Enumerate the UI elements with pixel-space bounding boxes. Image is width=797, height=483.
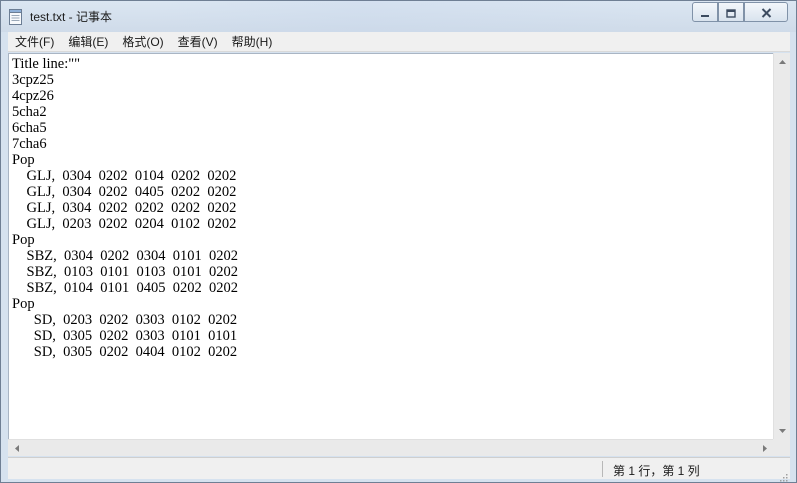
- editor-content[interactable]: Title line:"" 3cpz25 4cpz26 5cha2 6cha5 …: [12, 56, 238, 360]
- maximize-icon: [726, 3, 736, 22]
- close-button[interactable]: [744, 2, 788, 22]
- scroll-left-icon[interactable]: [8, 440, 25, 457]
- maximize-button[interactable]: [718, 2, 744, 22]
- window-title: test.txt - 记事本: [30, 10, 113, 24]
- scroll-up-icon[interactable]: [774, 53, 791, 70]
- status-bar: 第 1 行，第 1 列: [8, 457, 790, 482]
- horizontal-scrollbar[interactable]: [8, 439, 773, 456]
- menu-view[interactable]: 查看(V): [171, 33, 225, 51]
- text-editor[interactable]: Title line:"" 3cpz25 4cpz26 5cha2 6cha5 …: [8, 53, 773, 439]
- close-icon: [761, 3, 772, 22]
- menu-format[interactable]: 格式(O): [115, 33, 170, 51]
- menu-help[interactable]: 帮助(H): [225, 33, 280, 51]
- menu-file[interactable]: 文件(F): [8, 33, 61, 51]
- status-separator: [602, 461, 603, 477]
- scroll-right-icon[interactable]: [756, 440, 773, 457]
- minimize-icon: [700, 3, 710, 22]
- minimize-button[interactable]: [692, 2, 718, 22]
- notepad-window: test.txt - 记事本 文件(F) 编辑(E) 格式(O) 查看(V) 帮…: [0, 0, 797, 483]
- scroll-down-icon[interactable]: [774, 422, 791, 439]
- vertical-scrollbar[interactable]: [773, 53, 790, 439]
- scrollbar-corner: [773, 439, 790, 456]
- cursor-position: 第 1 行，第 1 列: [613, 464, 700, 478]
- background-blur: [151, 1, 681, 32]
- resize-grip-icon[interactable]: [778, 467, 788, 482]
- menu-edit[interactable]: 编辑(E): [61, 33, 115, 51]
- notepad-icon[interactable]: [9, 8, 23, 25]
- menu-bar: 文件(F) 编辑(E) 格式(O) 查看(V) 帮助(H): [8, 32, 790, 52]
- title-bar[interactable]: test.txt - 记事本: [1, 1, 796, 32]
